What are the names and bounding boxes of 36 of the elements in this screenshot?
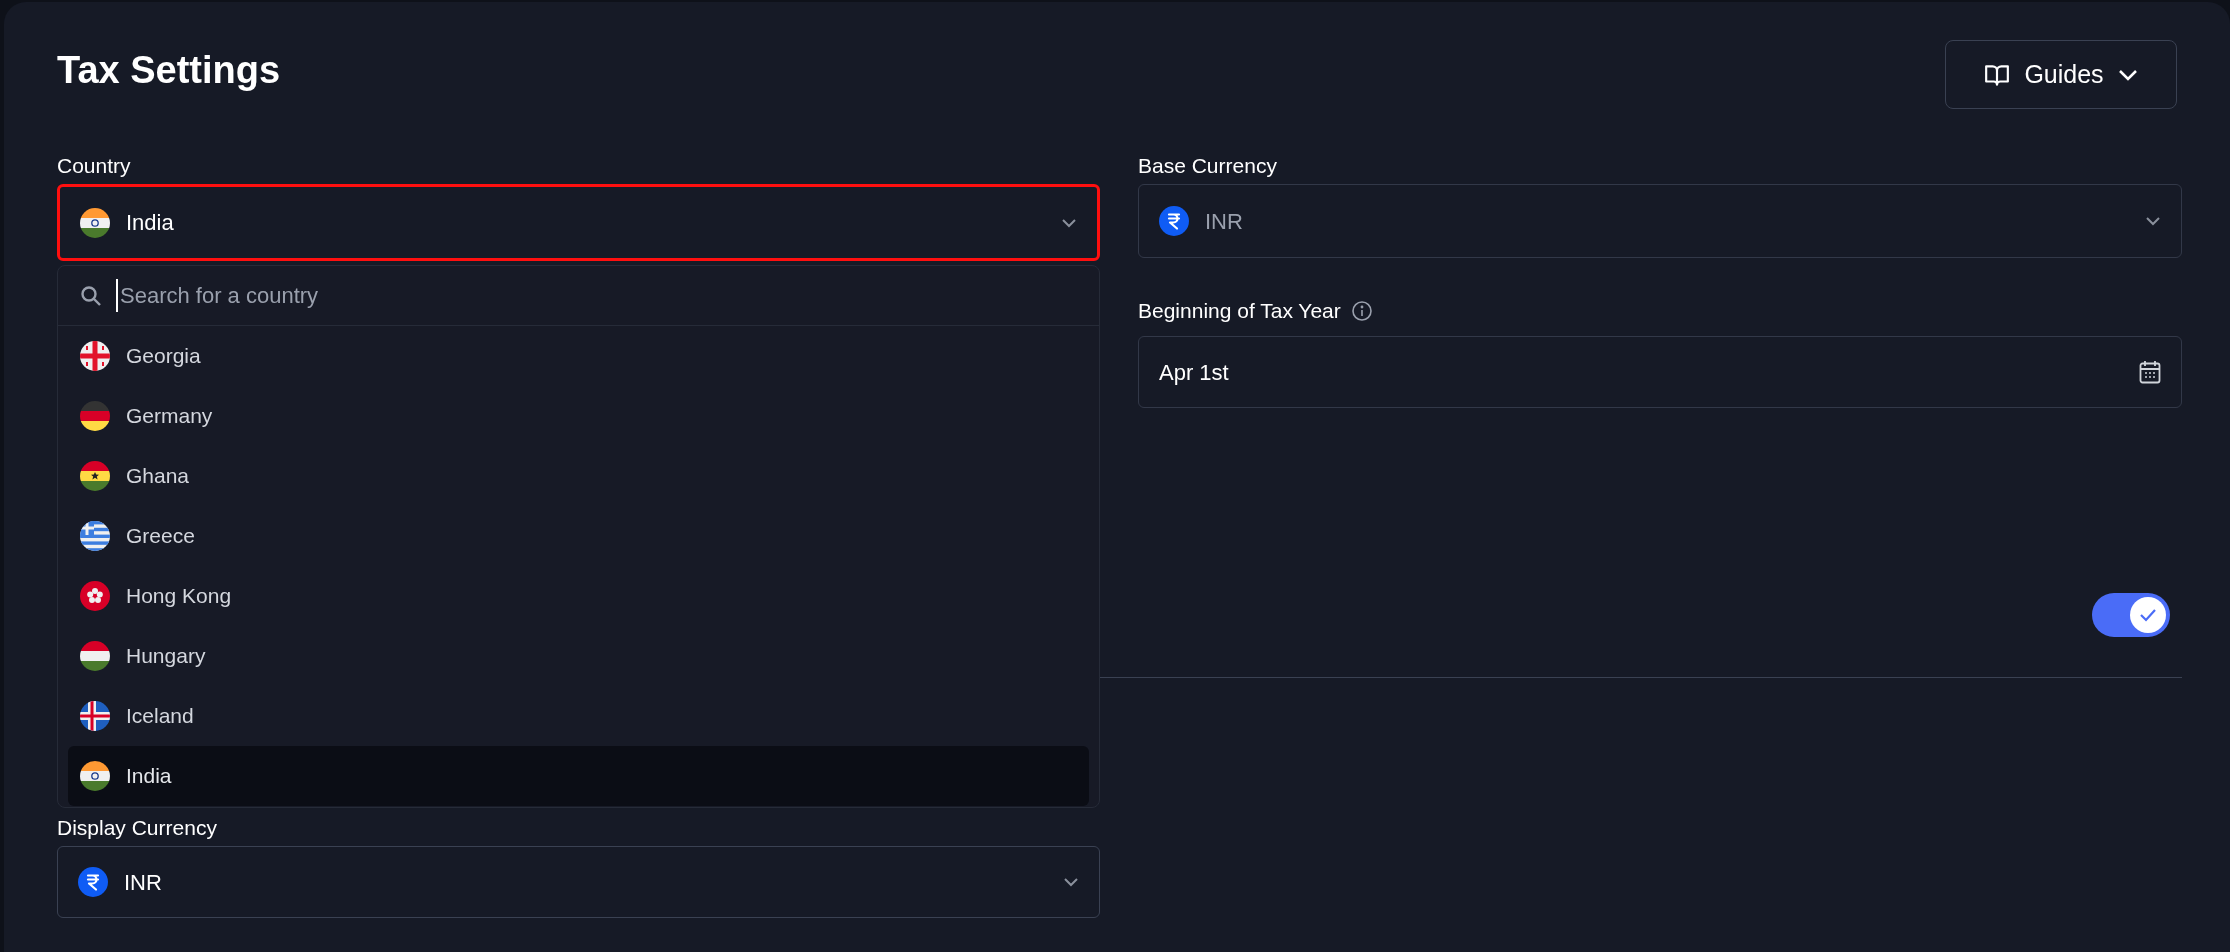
country-option[interactable]: Germany	[68, 386, 1089, 446]
country-option[interactable]: Georgia	[68, 326, 1089, 386]
date-field[interactable]: Apr 1st	[1138, 336, 2182, 408]
country-option[interactable]: Ghana	[68, 446, 1089, 506]
flag-icon	[80, 401, 110, 431]
calendar-icon	[2139, 360, 2161, 384]
chevron-down-icon	[2117, 68, 2138, 81]
rupee-icon	[78, 867, 108, 897]
flag-icon	[80, 461, 110, 491]
field-label: Beginning of Tax Year	[1138, 298, 1341, 325]
book-icon	[1984, 62, 2011, 87]
country-select[interactable]: India	[57, 184, 1100, 261]
country-option[interactable]: Greece	[68, 506, 1089, 566]
country-option[interactable]: Hungary	[68, 626, 1089, 686]
guides-button[interactable]: Guides	[1945, 40, 2177, 109]
check-icon	[2138, 607, 2158, 623]
search-field[interactable]: Search for a country	[116, 279, 1077, 312]
country-option[interactable]: India	[68, 746, 1089, 806]
flag-icon	[80, 641, 110, 671]
flag-icon	[80, 701, 110, 731]
chevron-down-icon	[2145, 216, 2161, 226]
info-icon	[1350, 300, 1373, 322]
page-title: Tax Settings	[57, 48, 281, 93]
flag-icon	[80, 761, 110, 791]
flag-icon	[80, 341, 110, 371]
country-option[interactable]: Hong Kong	[68, 566, 1089, 626]
currency-select[interactable]: INR	[57, 846, 1100, 918]
search-icon	[80, 284, 102, 307]
flag-icon	[80, 207, 110, 238]
country-option[interactable]: Iceland	[68, 686, 1089, 746]
flag-icon	[80, 581, 110, 611]
flag-icon	[80, 521, 110, 551]
chevron-down-icon	[1061, 217, 1077, 228]
toggle-switch[interactable]	[2092, 593, 2170, 637]
rupee-icon	[1159, 206, 1189, 236]
chevron-down-icon	[1063, 877, 1079, 887]
